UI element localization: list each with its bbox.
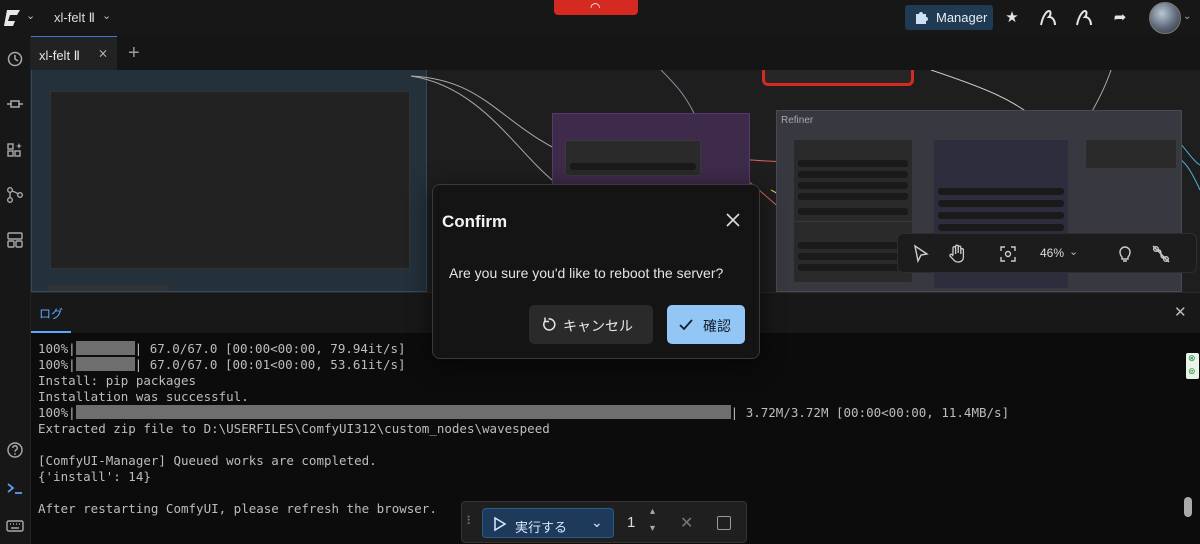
cancel-label: キャンセル — [563, 318, 633, 334]
plug-icon[interactable] — [5, 94, 25, 114]
model-alt-icon[interactable] — [1072, 7, 1096, 29]
run-button[interactable]: 実行する ⌄ — [482, 508, 614, 538]
help-icon[interactable] — [5, 440, 25, 460]
log-line: [ComfyUI-Manager] Queued works are compl… — [38, 453, 377, 468]
dialog-message: Are you sure you'd like to reboot the se… — [449, 265, 724, 281]
chevron-down-icon[interactable]: ⌄ — [1069, 245, 1078, 258]
workflow-icon[interactable] — [5, 185, 25, 205]
log-progress-bar — [75, 357, 135, 371]
run-toolbar: ⠇ 実行する ⌄ 1 ▴ ▾ ✕ — [461, 501, 747, 543]
extensions-icon[interactable] — [5, 140, 25, 160]
run-label: 実行する — [515, 520, 568, 535]
play-icon — [494, 516, 507, 532]
batch-count-input[interactable]: 1 — [627, 514, 635, 531]
star-icon[interactable]: ★ — [1000, 7, 1024, 29]
avatar[interactable] — [1149, 2, 1181, 34]
log-progress-suffix: | 67.0/67.0 [00:00<00:00, 79.94it/s] — [134, 341, 406, 356]
confirm-button[interactable]: 確認 — [667, 305, 745, 344]
tab-label: xl-felt Ⅱ — [39, 48, 81, 63]
fit-view-icon[interactable] — [997, 243, 1019, 265]
chevron-down-icon[interactable]: ⌄ — [102, 9, 111, 22]
stop-icon[interactable] — [717, 516, 731, 530]
model-icon[interactable] — [1036, 7, 1060, 29]
left-sidebar — [0, 36, 31, 544]
manager-button[interactable]: Manager — [905, 5, 993, 30]
clip-text-encode-node-2[interactable] — [793, 221, 913, 283]
selected-node[interactable] — [762, 70, 914, 86]
cancel-button[interactable]: キャンセル — [529, 305, 653, 344]
new-tab-plus-icon[interactable]: + — [128, 42, 140, 65]
hand-pan-icon[interactable] — [946, 243, 968, 265]
clip-text-encode-node[interactable] — [793, 139, 913, 225]
chevron-down-icon[interactable]: ⌄ — [1183, 11, 1191, 22]
tab-log[interactable]: ログ — [39, 305, 63, 322]
extension-badges[interactable]: ⊗ ⊚ — [1186, 353, 1199, 379]
vae-decode-node[interactable] — [1085, 139, 1177, 169]
extension-badge-icon[interactable]: ⊚ — [1188, 366, 1196, 377]
log-progress-bar — [75, 341, 135, 355]
select-pointer-icon[interactable] — [910, 243, 932, 265]
dialog-title: Confirm — [442, 212, 508, 231]
manager-label: Manager — [936, 10, 988, 25]
log-line: Install: pip packages — [38, 373, 197, 388]
cancel-run-icon[interactable]: ✕ — [680, 513, 693, 533]
templates-icon[interactable] — [5, 230, 25, 250]
log-line: 100%| | 3.72M/3.72M [00:00<00:00, 11.4MB/… — [38, 405, 1178, 421]
close-badge-icon[interactable]: ⊗ — [1188, 353, 1196, 364]
decrement-icon[interactable]: ▾ — [650, 523, 655, 534]
keyboard-icon[interactable] — [5, 516, 25, 536]
undo-icon — [543, 317, 556, 331]
log-line: 100%| | 67.0/67.0 [00:01<00:00, 53.61it/s… — [38, 357, 1178, 373]
log-progress-prefix: 100%| — [38, 405, 76, 420]
spinner-icon: ◠ — [590, 0, 601, 14]
puzzle-icon — [916, 12, 928, 24]
log-progress-prefix: 100%| — [38, 357, 76, 372]
terminal-icon[interactable] — [5, 478, 25, 498]
drag-handle-icon[interactable]: ⠇ — [466, 514, 475, 528]
log-line: {'install': 14} — [38, 469, 151, 484]
log-line: Extracted zip file to D:\USERFILES\Comfy… — [38, 421, 550, 436]
link-visibility-icon[interactable] — [1150, 243, 1172, 265]
zoom-level[interactable]: 46% — [1040, 246, 1064, 260]
active-tab-indicator — [31, 331, 71, 333]
log-progress-suffix: | 67.0/67.0 [00:01<00:00, 53.61it/s] — [134, 357, 406, 372]
tab-workflow[interactable]: xl-felt Ⅱ ⨯ — [31, 36, 117, 70]
close-icon[interactable] — [723, 210, 743, 230]
log-progress-bar — [75, 405, 731, 419]
chevron-down-icon[interactable]: ⌄ — [591, 514, 603, 531]
increment-icon[interactable]: ▴ — [650, 506, 655, 517]
close-tab-icon[interactable]: ⨯ — [98, 46, 108, 60]
top-bar: ⌄ xl-felt Ⅱ ⌄ ◠ Manager ★ ➦ ⌄ — [0, 0, 1200, 36]
log-line: Installation was successful. — [38, 389, 249, 404]
confirm-dialog: Confirm Are you sure you'd like to reboo… — [432, 184, 760, 359]
share-icon[interactable]: ➦ — [1108, 7, 1132, 29]
chevron-down-icon[interactable]: ⌄ — [26, 9, 35, 22]
check-icon — [679, 319, 693, 331]
confirm-label: 確認 — [703, 318, 731, 334]
comfy-logo-icon[interactable] — [2, 8, 22, 28]
vae-node[interactable] — [565, 140, 701, 176]
close-panel-icon[interactable]: ✕ — [1174, 303, 1187, 321]
canvas-toolbar: 46% ⌄ — [897, 233, 1197, 273]
group-refiner-title: Refiner — [781, 115, 814, 126]
log-output: 100%| | 67.0/67.0 [00:00<00:00, 79.94it/s… — [38, 341, 1178, 517]
log-progress-prefix: 100%| — [38, 341, 76, 356]
workflow-title[interactable]: xl-felt Ⅱ — [54, 10, 95, 26]
scrollbar-thumb[interactable] — [1184, 497, 1192, 517]
queue-indicator-tab[interactable]: ◠ — [554, 0, 638, 15]
history-icon[interactable] — [5, 49, 25, 69]
log-progress-suffix: | 3.72M/3.72M [00:00<00:00, 11.4MB/s] — [730, 405, 1010, 420]
lightbulb-icon[interactable] — [1114, 243, 1136, 265]
